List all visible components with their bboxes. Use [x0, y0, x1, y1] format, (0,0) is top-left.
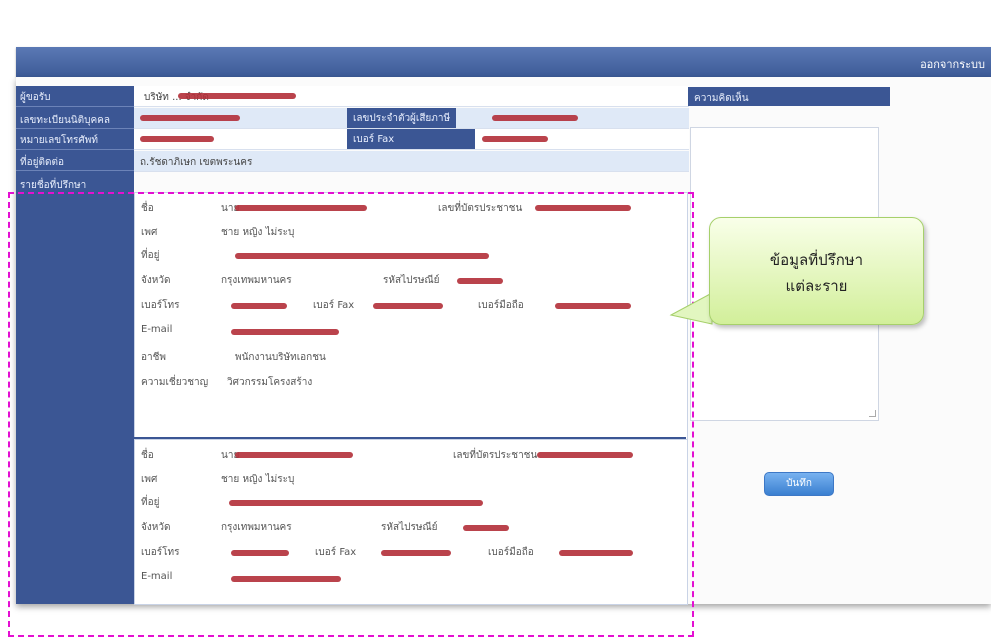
address-row: ถ.รัชดาภิเษก เขตพระนคร: [134, 151, 689, 172]
redaction-bar: [140, 136, 214, 142]
address-value: ถ.รัชดาภิเษก เขตพระนคร: [140, 157, 253, 168]
label-address: ที่อยู่ติดต่อ: [20, 157, 64, 168]
redaction-bar: [140, 115, 240, 121]
divider: [16, 128, 134, 129]
redaction-bar: [482, 136, 548, 142]
highlight-box: [8, 192, 694, 637]
save-button[interactable]: บันทึก: [764, 472, 834, 496]
registration-row: เลขประจำตัวผู้เสียภาษี: [134, 108, 689, 129]
resize-handle-icon[interactable]: [869, 410, 876, 417]
fax-label: เบอร์ Fax: [347, 129, 475, 149]
top-navigation-bar: ออกจากระบบ: [16, 47, 991, 77]
divider: [16, 170, 134, 171]
label-registration-number: เลขทะเบียนนิติบุคคล: [20, 115, 110, 126]
callout-line-1: ข้อมูลที่ปรึกษา: [769, 251, 864, 269]
label-phone: หมายเลขโทรศัพท์: [20, 135, 98, 146]
label-applicant: ผู้ขอรับ: [20, 92, 51, 103]
phone-row: เบอร์ Fax: [134, 129, 689, 150]
notes-header: ความคิดเห็น: [688, 87, 890, 106]
annotation-callout: ข้อมูลที่ปรึกษา แต่ละราย: [709, 217, 924, 325]
logout-link[interactable]: ออกจากระบบ: [920, 55, 985, 73]
redaction-bar: [178, 93, 296, 99]
callout-line-2: แต่ละราย: [785, 277, 848, 295]
divider: [16, 149, 134, 150]
applicant-row: บริษัท ... จำกัด: [134, 86, 689, 107]
label-consultants: รายชื่อที่ปรึกษา: [20, 180, 87, 191]
redaction-bar: [492, 115, 578, 121]
tax-id-label: เลขประจำตัวผู้เสียภาษี: [347, 108, 457, 128]
divider: [16, 106, 134, 107]
